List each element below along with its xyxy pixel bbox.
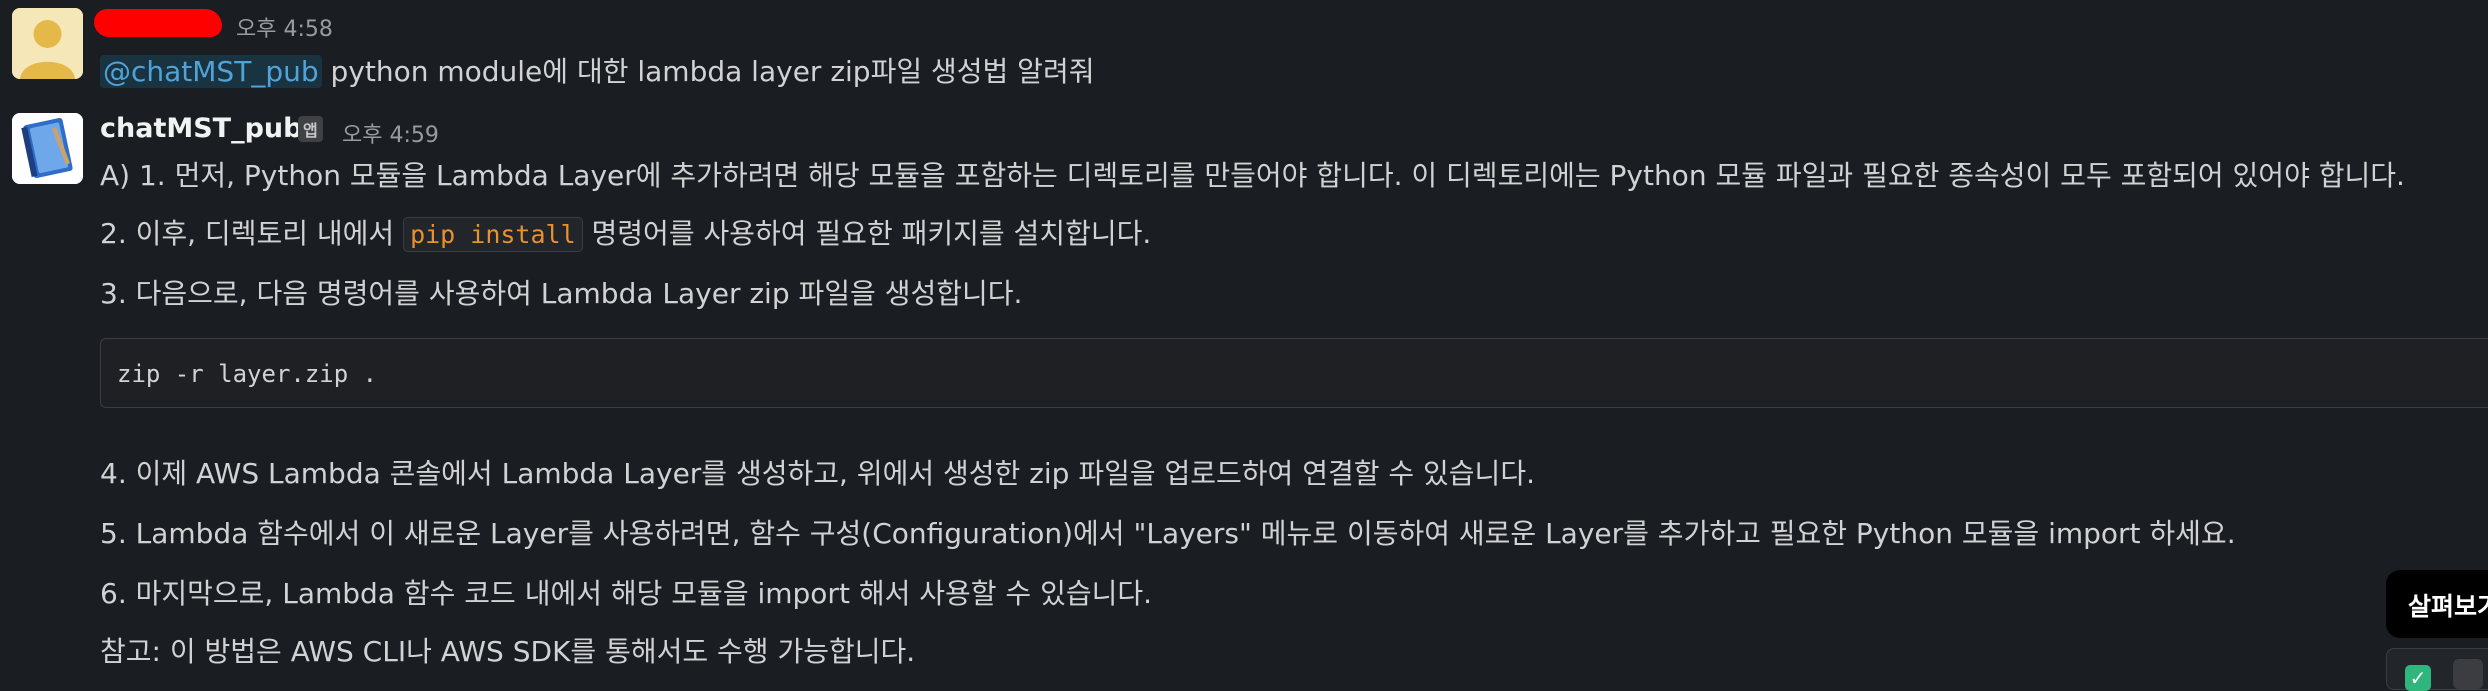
answer-note: 참고: 이 방법은 AWS CLI나 AWS SDK를 통해서도 수행 가능합니… — [100, 635, 916, 668]
add-reaction-button[interactable] — [2453, 659, 2483, 689]
message-timestamp[interactable]: 오후 4:59 — [342, 117, 439, 149]
tooltip: 살펴보기 — [2386, 570, 2488, 638]
mention-link[interactable]: @chatMST_pub — [100, 55, 322, 88]
answer-line-2-pre: 2. 이후, 디렉토리 내에서 — [100, 217, 404, 250]
checkmark-icon[interactable]: ✓ — [2405, 665, 2431, 691]
tooltip-text: 살펴보기 — [2408, 592, 2488, 621]
inline-code: pip install — [403, 217, 583, 252]
answer-line-1: A) 1. 먼저, Python 모듈을 Lambda Layer에 추가하려면… — [100, 159, 2405, 192]
answer-line-3: 3. 다음으로, 다음 명령어를 사용하여 Lambda Layer zip 파… — [100, 277, 1023, 310]
code-block-text: zip -r layer.zip . — [117, 360, 378, 388]
answer-line-6: 6. 마지막으로, Lambda 함수 코드 내에서 해당 모듈을 import… — [100, 577, 1153, 610]
code-block: zip -r layer.zip . — [100, 338, 2488, 408]
bot-username[interactable]: chatMST_pub — [100, 113, 302, 144]
message-actions-bar: ✓ — [2386, 648, 2488, 691]
answer-line-4: 4. 이제 AWS Lambda 콘솔에서 Lambda Layer를 생성하고… — [100, 457, 1535, 490]
message-body: python module에 대한 lambda layer zip파일 생성법… — [321, 55, 1095, 88]
message-timestamp[interactable]: 오후 4:58 — [236, 11, 333, 43]
answer-line-5: 5. Lambda 함수에서 이 새로운 Layer를 사용하려면, 함수 구성… — [100, 517, 2236, 550]
user-avatar-icon[interactable] — [12, 8, 83, 79]
message-text: @chatMST_pub python module에 대한 lambda la… — [100, 50, 1094, 90]
redacted-username — [94, 9, 222, 37]
message-user: 오후 4:58 @chatMST_pub python module에 대한 l… — [0, 0, 2488, 110]
notebook-avatar-icon[interactable] — [12, 113, 83, 184]
answer-line-2-post: 명령어를 사용하여 필요한 패키지를 설치합니다. — [582, 217, 1152, 250]
app-badge: 앱 — [298, 116, 323, 142]
answer-line-2: 2. 이후, 디렉토리 내에서 pip install 명령어를 사용하여 필요… — [100, 212, 1151, 252]
